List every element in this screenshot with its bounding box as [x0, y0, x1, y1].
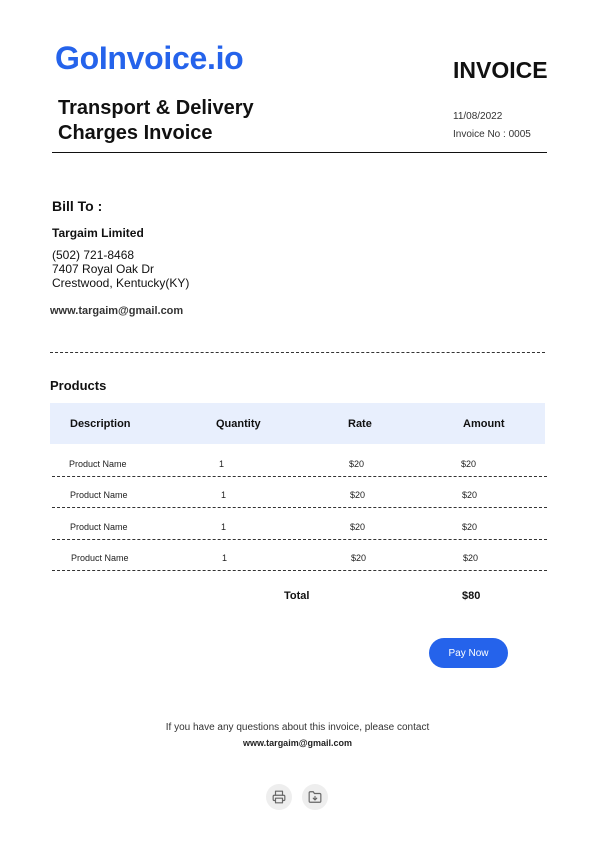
download-icon	[308, 791, 322, 803]
footer-note: If you have any questions about this inv…	[165, 722, 430, 733]
cell-quantity: 1	[221, 522, 227, 532]
client-email: www.targaim@gmail.com	[50, 305, 184, 317]
printer-icon	[272, 790, 286, 804]
total-label: Total	[284, 590, 310, 602]
cell-rate: $20	[349, 459, 365, 469]
table-row: Product Name 1 $20 $20	[52, 477, 547, 508]
column-header-rate: Rate	[348, 418, 372, 430]
cell-quantity: 1	[222, 553, 228, 563]
cell-description: Product Name	[69, 459, 127, 469]
total-value: $80	[462, 590, 481, 602]
client-street: 7407 Royal Oak Dr	[52, 262, 155, 276]
client-phone: (502) 721-8468	[52, 248, 135, 262]
header-divider	[52, 152, 547, 153]
cell-amount: $20	[463, 553, 479, 563]
cell-rate: $20	[350, 490, 366, 500]
table-row: Product Name 1 $20 $20	[52, 540, 547, 571]
client-name: Targaim Limited	[52, 226, 144, 240]
invoice-number: Invoice No : 0005	[453, 129, 531, 140]
invoice-date: 11/08/2022	[453, 111, 503, 122]
column-header-description: Description	[70, 418, 131, 430]
download-button[interactable]	[302, 784, 328, 810]
print-button[interactable]	[266, 784, 292, 810]
client-city: Crestwood, Kentucky(KY)	[52, 276, 190, 290]
cell-amount: $20	[462, 490, 478, 500]
invoice-title: Transport & Delivery Charges Invoice	[58, 97, 254, 144]
table-header: Description Quantity Rate Amount	[50, 403, 545, 444]
cell-description: Product Name	[71, 553, 129, 563]
section-divider	[50, 352, 545, 353]
products-heading: Products	[50, 378, 107, 393]
cell-amount: $20	[462, 522, 478, 532]
footer-email: www.targaim@gmail.com	[243, 738, 352, 748]
cell-quantity: 1	[221, 490, 227, 500]
pay-now-button[interactable]: Pay Now	[429, 638, 508, 668]
column-header-quantity: Quantity	[216, 418, 261, 430]
cell-description: Product Name	[70, 522, 128, 532]
cell-description: Product Name	[70, 490, 128, 500]
cell-rate: $20	[350, 522, 366, 532]
table-row: Product Name 1 $20 $20	[52, 509, 547, 540]
brand-logo: GoInvoice.io	[55, 40, 244, 76]
bill-to-heading: Bill To :	[52, 198, 103, 214]
table-row: Product Name 1 $20 $20	[52, 446, 547, 477]
document-type: INVOICE	[453, 57, 548, 83]
cell-amount: $20	[461, 459, 477, 469]
column-header-amount: Amount	[463, 418, 505, 430]
cell-quantity: 1	[219, 459, 225, 469]
cell-rate: $20	[351, 553, 367, 563]
